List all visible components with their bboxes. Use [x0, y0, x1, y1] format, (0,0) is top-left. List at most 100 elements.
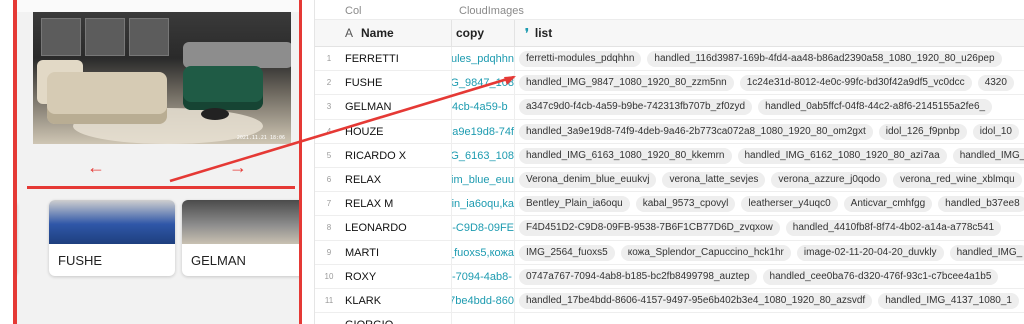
list-chip: Verona_denim_blue_euukvj — [519, 171, 657, 188]
cell-list[interactable]: F4D451D2-C9D8-09FB-9538-7B6F1CB77D6D_zvq… — [519, 216, 1024, 239]
cell-name[interactable]: FUSHE — [345, 71, 452, 95]
product-thumbnail — [14, 200, 17, 244]
table-row[interactable]: 11 KLARK 7be4bdd-860 handled_17be4bdd-8606-… — [315, 288, 1024, 314]
cell-list[interactable]: a347c9d0-f4cb-4a59-b9be-742313fb707b_zf0… — [519, 95, 1024, 118]
column-header-copy[interactable]: copy — [452, 20, 515, 47]
product-thumbnail — [182, 200, 299, 244]
text-type-icon: A — [345, 26, 354, 40]
table-row[interactable]: 10 ROXY -7094-4ab8- 0747a767-7094-4ab8-b185… — [315, 264, 1024, 289]
cell-name[interactable]: RICARDO X — [345, 143, 452, 167]
product-card[interactable] — [14, 200, 17, 276]
cell-copy[interactable]: 4cb-4a59-b — [452, 95, 515, 119]
cell-copy-text: odules_pdqhhn — [452, 53, 514, 65]
next-arrow-button[interactable]: → — [229, 158, 247, 176]
table-row[interactable]: 8 LEONARDO 2-C9D8-09FE F4D451D2-C9D8-09FB-9… — [315, 216, 1024, 241]
cell-name[interactable]: HOUZE — [345, 119, 452, 143]
list-chip: handled_17be4bdd-8606-4157-9497-95e6b402… — [519, 292, 873, 309]
cell-list[interactable]: handled_17be4bdd-8606-4157-9497-95e6b402… — [519, 289, 1024, 312]
list-chip: verona_red_wine_xblmqu — [893, 171, 1022, 188]
list-chip: leatherser_y4uqc0 — [741, 196, 838, 213]
row-number: 5 — [326, 150, 332, 160]
cell-name[interactable]: GELMAN — [345, 95, 452, 119]
cell-copy-text: 4cb-4a59-b — [452, 101, 508, 114]
cell-copy[interactable]: odules_pdqhhn — [452, 47, 515, 71]
list-chip: F4D451D2-C9D8-09FB-9538-7B6F1CB77D6D_zvq… — [519, 220, 780, 237]
table-row[interactable]: 2 FUSHEMG_9847_108 handled_IMG_9847_1080_1… — [315, 71, 1024, 96]
list-chip: 4320 — [977, 75, 1014, 92]
list-type-icon: ❜ — [525, 26, 529, 40]
cell-list[interactable] — [519, 313, 1024, 324]
row-number: 6 — [326, 174, 332, 184]
cell-name[interactable]: FERRETTI — [345, 47, 452, 71]
list-chip: image-02-11-20-04-20_duvkly — [796, 244, 944, 261]
table-row[interactable]: 6 RELAXenim_blue_euu Verona_denim_blue_euu… — [315, 167, 1024, 193]
table-row[interactable]: 3 GELMAN 4cb-4a59-b a347c9d0-f4cb-4a59-b9be… — [315, 95, 1024, 120]
table-row[interactable]: GIORGIO — [315, 313, 1024, 324]
cell-copy[interactable]: enim_blue_euu — [452, 167, 515, 192]
hero-window — [41, 18, 81, 56]
cell-list[interactable]: IMG_2564_fuoxs5 кожа_Splendor_Capuccino_h… — [519, 241, 1024, 264]
row-number: 8 — [326, 223, 332, 233]
list-chip: verona_azzure_j0qodo — [771, 171, 888, 188]
list-chip: idol_10 — [972, 123, 1019, 140]
list-chip: verona_latte_sevjes — [662, 171, 766, 188]
row-number: 4 — [326, 126, 332, 136]
cell-name[interactable]: RELAX — [345, 167, 452, 192]
column-group-cloudimages: CloudImages — [459, 5, 524, 17]
cell-list[interactable]: Verona_denim_blue_euukvj verona_latte_sev… — [519, 168, 1024, 191]
cell-name[interactable]: GIORGIO — [345, 313, 452, 324]
cell-copy-text: MG_9847_108 — [452, 77, 514, 90]
table-row[interactable]: 4 HOUZE 3a9e19d8-74f handled_3a9e19d8-74f9-… — [315, 119, 1024, 144]
cell-list[interactable]: handled_3a9e19d8-74f9-4deb-9a46-2b773ca0… — [519, 120, 1024, 143]
preview-top-strip — [17, 0, 299, 12]
product-card[interactable]: GELMAN — [182, 200, 299, 276]
hero-window — [85, 18, 125, 56]
annotation-underline — [27, 186, 295, 189]
cell-copy[interactable]: 3a9e19d8-74f — [452, 119, 515, 143]
cell-list[interactable]: ferretti-modules_pdqhhn handled_116d3987-… — [519, 47, 1024, 70]
list-chip: handled_IMG_70 — [952, 147, 1024, 164]
cell-copy[interactable]: -7094-4ab8- — [452, 264, 515, 288]
column-header-name[interactable]: A Name — [335, 20, 452, 47]
cell-copy[interactable] — [452, 313, 515, 324]
hero-sofa-grey — [183, 42, 291, 68]
list-chip: a347c9d0-f4cb-4a59-b9be-742313fb707b_zf0… — [519, 99, 753, 116]
cell-copy[interactable]: _fuoxs5,кожа — [452, 240, 515, 264]
cell-copy[interactable]: 7be4bdd-860 — [452, 288, 515, 313]
table-row[interactable]: 1 FERRETTIodules_pdqhhn ferretti-modules_p… — [315, 47, 1024, 72]
cell-copy[interactable]: ain_ia6oqu,ka — [452, 192, 515, 216]
product-card[interactable]: FUSHE — [49, 200, 175, 276]
cell-name[interactable]: ROXY — [345, 264, 452, 288]
row-number — [315, 313, 343, 324]
table-row[interactable]: 7 RELAX Main_ia6oqu,ka Bentley_Plain_ia6oq… — [315, 192, 1024, 217]
list-chip: handled_3a9e19d8-74f9-4deb-9a46-2b773ca0… — [519, 123, 873, 140]
hero-timestamp: 2021.11.21 18:06 — [236, 135, 285, 141]
cell-copy[interactable]: 2-C9D8-09FE — [452, 216, 515, 240]
cell-list[interactable]: Bentley_Plain_ia6oqu kabal_9573_cpovyl lea… — [519, 192, 1024, 215]
prev-arrow-button[interactable]: ← — [87, 158, 105, 176]
list-chip: handled_116d3987-169b-4fd4-aa48-b86ad239… — [647, 51, 1002, 67]
cell-list[interactable]: handled_IMG_9847_1080_1920_80_zzm5nn 1c24… — [519, 71, 1024, 94]
cell-name[interactable]: KLARK — [345, 288, 452, 313]
table-body: 1 FERRETTIodules_pdqhhn ferretti-modules_p… — [315, 47, 1024, 324]
list-chip: handled_IMG_9847_1080_1920_80_zzm5nn — [519, 75, 734, 92]
cell-list[interactable]: 0747a767-7094-4ab8-b185-bc2fb8499798_auz… — [519, 265, 1024, 288]
table-row[interactable]: 9 MARTI _fuoxs5,кожа IMG_2564_fuoxs5 кожа_Sp… — [315, 240, 1024, 265]
list-chip: handled_IMG_4137_1080_1 — [878, 292, 1019, 309]
product-thumbnail — [49, 200, 175, 244]
cell-copy-text: enim_blue_euu — [452, 173, 514, 186]
table-header: A Name copy ❜ list — [315, 20, 1024, 47]
cell-copy-text: 7be4bdd-860 — [452, 294, 514, 307]
cell-copy[interactable]: MG_9847_108 — [452, 71, 515, 95]
list-chip: handled_IMG_6162_1080_1920_80_azi7aa — [737, 147, 947, 164]
hero-window — [129, 18, 169, 56]
hero-sofa-green — [183, 66, 263, 110]
cell-name[interactable]: RELAX M — [345, 192, 452, 216]
cell-name[interactable]: MARTI — [345, 240, 452, 264]
table-row[interactable]: 5 RICARDO XIMG_6163_108 handled_IMG_6163_1… — [315, 143, 1024, 168]
cell-name[interactable]: LEONARDO — [345, 216, 452, 240]
cell-copy[interactable]: IMG_6163_108 — [452, 143, 515, 167]
column-header-list[interactable]: ❜ list — [515, 20, 1024, 47]
list-chip: handled_IMG_ — [949, 244, 1024, 261]
cell-list[interactable]: handled_IMG_6163_1080_1920_80_kkemrn hand… — [519, 144, 1024, 167]
